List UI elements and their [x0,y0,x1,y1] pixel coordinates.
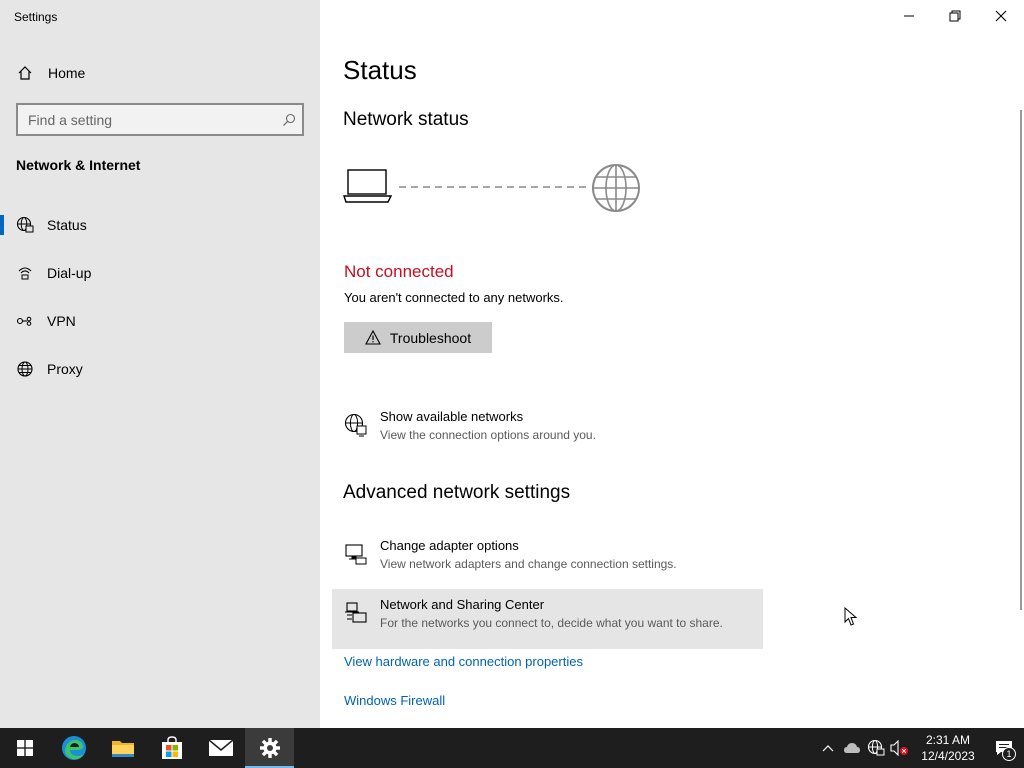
show-hidden-icons-button[interactable] [816,728,840,768]
start-icon [16,740,33,756]
taskbar-store[interactable] [147,728,196,768]
file-explorer-icon [111,741,134,757]
search-box[interactable] [16,103,304,136]
network-tray-button[interactable] [864,728,888,768]
troubleshoot-label: Troubleshoot [389,329,472,346]
restore-icon [949,10,961,22]
scrollbar[interactable] [1020,110,1022,610]
edge-icon [61,736,86,760]
troubleshoot-button[interactable]: Troubleshoot [344,322,492,353]
window-controls [886,0,1024,32]
option-title: Show available networks [380,409,524,424]
close-button[interactable] [978,0,1024,32]
sharing-center-icon [344,601,368,625]
close-icon [995,10,1007,22]
home-nav-item[interactable]: Home [16,62,85,84]
restore-button[interactable] [932,0,978,32]
network-globe-tray-icon [867,739,885,756]
action-center-button[interactable]: 1 [984,728,1024,768]
settings-icon [259,738,280,758]
connection-status-title: Not connected [344,262,454,281]
taskbar-settings[interactable] [245,728,294,768]
show-available-networks[interactable]: Show available networks View the connect… [332,401,763,461]
minimize-button[interactable] [886,0,932,32]
sidebar-item-status[interactable]: Status [0,201,320,249]
search-icon[interactable] [276,113,302,127]
globe-icon [16,360,34,378]
network-status-heading: Network status [343,109,469,130]
vpn-icon [16,312,34,330]
minimize-icon [904,15,914,17]
main-content: Status Network status Not connected You … [320,0,1024,728]
start-button[interactable] [0,728,49,768]
onedrive-cloud-icon [844,743,860,753]
notification-badge: 1 [1002,747,1016,761]
mouse-cursor-icon [844,607,858,626]
network-sharing-center[interactable]: Network and Sharing Center For the netwo… [332,589,763,649]
system-tray: 2:31 AM 12/4/2023 1 [816,728,1024,768]
sidebar-item-dialup[interactable]: Dial-up [0,249,320,297]
network-diagram [343,164,640,212]
search-input[interactable] [18,111,276,128]
change-adapter-options[interactable]: Change adapter options View network adap… [332,530,763,590]
page-title: Status [343,55,417,85]
sidebar-item-label: Proxy [47,361,83,377]
globe-network-icon [16,216,34,234]
option-title: Change adapter options [380,538,519,553]
sidebar-item-label: VPN [47,313,76,329]
option-description: For the networks you connect to, decide … [380,616,723,630]
option-title: Network and Sharing Center [380,597,545,612]
dialup-icon [16,264,34,282]
store-icon [161,736,182,759]
sidebar-item-proxy[interactable]: Proxy [0,345,320,393]
taskbar-edge[interactable] [49,728,98,768]
section-title: Network & Internet [16,157,141,173]
sidebar-item-vpn[interactable]: VPN [0,297,320,345]
volume-button[interactable] [888,728,912,768]
sidebar: Settings Home Network & Internet Status … [0,0,320,728]
hardware-properties-link[interactable]: View hardware and connection properties [344,654,583,669]
taskbar-mail[interactable] [196,728,245,768]
clock-date: 12/4/2023 [921,749,975,763]
home-label: Home [48,65,86,81]
network-globe-icon [344,413,368,437]
chevron-up-icon [822,745,834,752]
windows-firewall-link[interactable]: Windows Firewall [344,693,445,708]
onedrive-button[interactable] [840,728,864,768]
taskbar-file-explorer[interactable] [98,728,147,768]
sidebar-nav: Status Dial-up VPN Proxy [0,201,320,393]
warning-icon [364,330,381,345]
app-title: Settings [14,10,58,24]
taskbar: 2:31 AM 12/4/2023 1 [0,728,1024,768]
taskbar-clock[interactable]: 2:31 AM 12/4/2023 [912,732,984,764]
option-description: View the connection options around you. [380,428,596,442]
connection-status-description: You aren't connected to any networks. [344,290,564,305]
advanced-settings-heading: Advanced network settings [343,482,571,503]
laptop-icon [343,169,393,203]
mail-icon [208,739,233,756]
option-description: View network adapters and change connect… [380,557,677,571]
home-icon [16,64,34,82]
sidebar-item-label: Dial-up [47,265,92,281]
volume-muted-icon [890,740,908,756]
internet-globe-icon [592,164,640,212]
adapter-monitor-icon [344,542,368,566]
sidebar-item-label: Status [47,217,87,233]
clock-time: 2:31 AM [925,733,971,747]
